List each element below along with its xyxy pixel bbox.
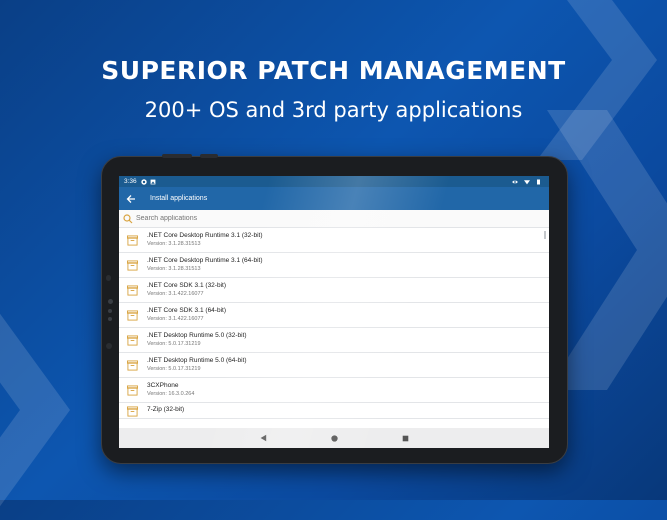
background-chevron-left [0,313,70,507]
wifi-icon [524,179,530,184]
app-version: Version: 3.1.422.16077 [147,316,204,322]
tablet-screen: 3:36 Install applications Search applica… [119,176,549,448]
status-time: 3:36 [124,178,137,185]
tablet-volume-button [162,154,192,158]
search-icon [123,213,133,223]
tablet-side-key [106,275,111,281]
applications-list: .NET Core Desktop Runtime 3.1 (32-bit) Ve… [119,228,549,419]
package-icon [127,334,138,346]
battery-icon [537,179,540,184]
tablet-sensor [108,309,112,313]
list-item[interactable]: .NET Core SDK 3.1 (64-bit) Version: 3.1.4… [119,303,549,328]
back-arrow-icon[interactable] [126,193,140,205]
back-nav-icon[interactable] [259,434,267,442]
image-icon [150,179,156,184]
list-scrollbar[interactable] [544,231,546,239]
tablet-power-button [200,154,218,158]
tablet-home-key [106,343,112,349]
package-icon [127,284,138,296]
app-version: Version: 3.1.422.16077 [147,291,204,297]
search-input[interactable] [133,211,516,226]
recents-nav-icon[interactable] [402,435,409,442]
app-name: .NET Core Desktop Runtime 3.1 (32-bit) [147,232,263,239]
package-icon [127,309,138,321]
app-version: Version: 5.0.17.31219 [147,366,201,372]
tablet-device: 3:36 Install applications Search applica… [101,154,568,464]
list-item[interactable]: .NET Core Desktop Runtime 3.1 (32-bit) Ve… [119,228,549,253]
app-version: Version: 16.3.0.264 [147,391,195,397]
app-version: Version: 5.0.17.31219 [147,341,201,347]
package-icon [127,406,138,417]
app-name: .NET Core Desktop Runtime 3.1 (64-bit) [147,257,263,264]
list-item[interactable]: .NET Desktop Runtime 5.0 (64-bit) Version… [119,353,549,378]
app-name: .NET Core SDK 3.1 (64-bit) [147,307,226,314]
app-name: 3CXPhone [147,382,179,389]
app-version: Version: 3.1.28.31513 [147,241,201,247]
sync-icon [140,178,147,185]
list-item[interactable]: 3CXPhone Version: 16.3.0.264 [119,378,549,403]
app-name: .NET Core SDK 3.1 (32-bit) [147,282,226,289]
data-transfer-icon [512,179,518,184]
hero-subline: 200+ OS and 3rd party applications [144,98,523,122]
package-icon [127,359,138,371]
tablet-sensor-2 [108,317,112,321]
tablet-camera [108,299,113,304]
list-item[interactable]: .NET Core Desktop Runtime 3.1 (64-bit) Ve… [119,253,549,278]
status-bar: 3:36 [119,176,549,187]
package-icon [127,384,138,396]
list-item[interactable]: 7-Zip (32-bit) [119,403,549,419]
system-nav-bar [119,428,549,448]
app-name: .NET Desktop Runtime 5.0 (64-bit) [147,357,247,364]
hero-headline: SUPERIOR PATCH MANAGEMENT [101,56,566,85]
app-bar: Install applications [119,187,549,210]
app-name: .NET Desktop Runtime 5.0 (32-bit) [147,332,247,339]
search-bar [119,210,549,228]
app-version: Version: 3.1.28.31513 [147,266,201,272]
package-icon [127,259,138,271]
app-bar-title: Install applications [150,195,208,202]
app-name: 7-Zip (32-bit) [147,406,185,413]
package-icon [127,234,138,246]
list-item[interactable]: .NET Core SDK 3.1 (32-bit) Version: 3.1.4… [119,278,549,303]
home-nav-icon[interactable] [331,434,338,442]
list-item[interactable]: .NET Desktop Runtime 5.0 (32-bit) Version… [119,328,549,353]
